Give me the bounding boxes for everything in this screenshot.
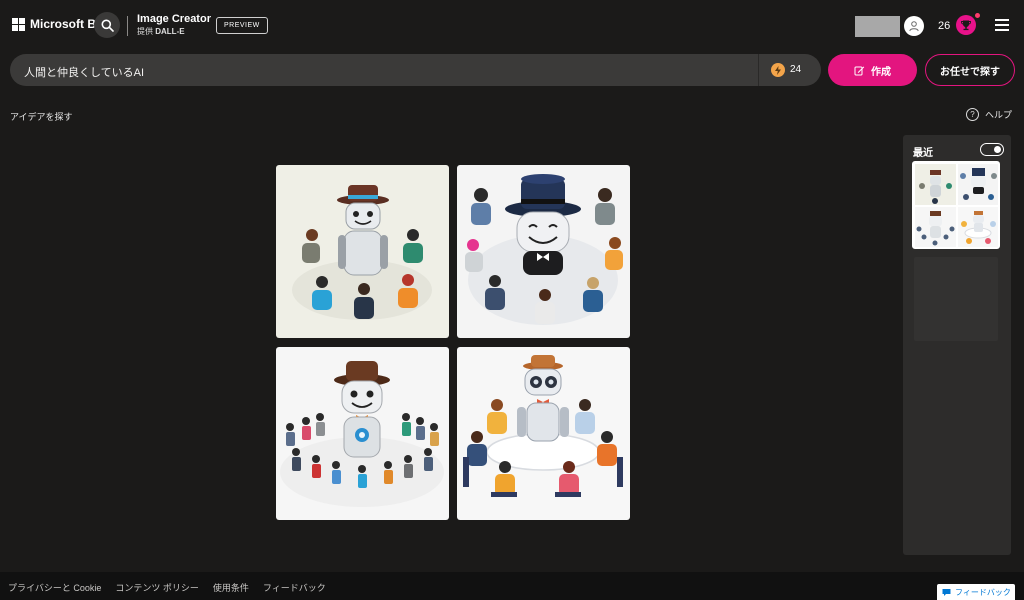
robot-illustration [463, 355, 623, 497]
help-icon: ? [966, 108, 979, 121]
footer: プライバシーと Cookie コンテンツ ポリシー 使用条件 フィードバック [0, 572, 1024, 600]
recent-toggle[interactable] [980, 143, 1004, 156]
footer-links: プライバシーと Cookie コンテンツ ポリシー 使用条件 フィードバック [8, 581, 340, 594]
recent-creation-card[interactable] [912, 161, 1000, 249]
footer-link-privacy[interactable]: プライバシーと Cookie [8, 581, 101, 594]
microsoft-logo-icon [12, 17, 25, 31]
create-pencil-icon [854, 65, 865, 76]
recent-title: 最近 [913, 148, 933, 159]
rewards-count[interactable]: 26 [938, 20, 950, 32]
user-name[interactable] [855, 16, 900, 37]
boost-count: 24 [790, 64, 802, 75]
feedback-button-label: フィードバック [955, 587, 1011, 597]
feedback-button[interactable]: フィードバック [937, 584, 1015, 600]
help-link[interactable]: ? ヘルプ [966, 108, 1012, 121]
robot-illustration [292, 185, 432, 320]
surprise-me-button[interactable]: お任せで探す [925, 54, 1015, 86]
robot-illustration [465, 174, 623, 325]
footer-link-content-policy[interactable]: コンテンツ ポリシー [115, 581, 199, 594]
hamburger-menu-icon[interactable] [995, 19, 1009, 31]
create-button-label: 作成 [871, 66, 891, 78]
search-icon [101, 19, 114, 32]
person-icon [909, 21, 919, 32]
generated-image-3[interactable] [276, 347, 449, 520]
app-title: Image Creator [137, 13, 211, 25]
prompt-input[interactable]: 人間と仲良くしているAI 24 [10, 54, 821, 86]
recent-placeholder-card [914, 257, 998, 341]
prompt-input-value[interactable]: 人間と仲良くしているAI [24, 64, 144, 80]
boost-coin-icon[interactable] [771, 63, 785, 77]
toggle-knob [994, 145, 1001, 153]
recent-thumbnail-2 [958, 164, 998, 205]
app-subtitle: 提供 DALL-E [137, 27, 185, 36]
header-divider [127, 16, 128, 36]
generated-image-1[interactable] [276, 165, 449, 338]
recent-thumbnail-4 [958, 207, 998, 247]
search-button[interactable] [94, 12, 120, 38]
generated-image-2[interactable] [457, 165, 630, 338]
chat-bubble-icon [942, 588, 951, 597]
trophy-icon [961, 20, 971, 31]
generated-image-4[interactable] [457, 347, 630, 520]
recent-thumbnail-3 [915, 207, 956, 247]
prompt-divider [758, 54, 759, 86]
notification-dot [975, 13, 980, 18]
footer-link-feedback[interactable]: フィードバック [263, 581, 326, 594]
footer-link-terms[interactable]: 使用条件 [213, 581, 249, 594]
rewards-button[interactable] [956, 15, 976, 35]
recent-panel: 最近 [903, 135, 1011, 555]
top-header: Microsoft Bing Image Creator 提供 DALL-E P… [0, 0, 1024, 50]
preview-badge: PREVIEW [216, 17, 268, 34]
help-label: ヘルプ [985, 110, 1013, 120]
explore-ideas-link[interactable]: アイデアを探す [10, 110, 73, 123]
recent-thumbnail-1 [915, 164, 956, 205]
app-title-block[interactable]: Image Creator 提供 DALL-E [137, 13, 211, 37]
create-button[interactable]: 作成 [828, 54, 917, 86]
robot-illustration [280, 361, 444, 507]
avatar[interactable] [904, 16, 924, 36]
